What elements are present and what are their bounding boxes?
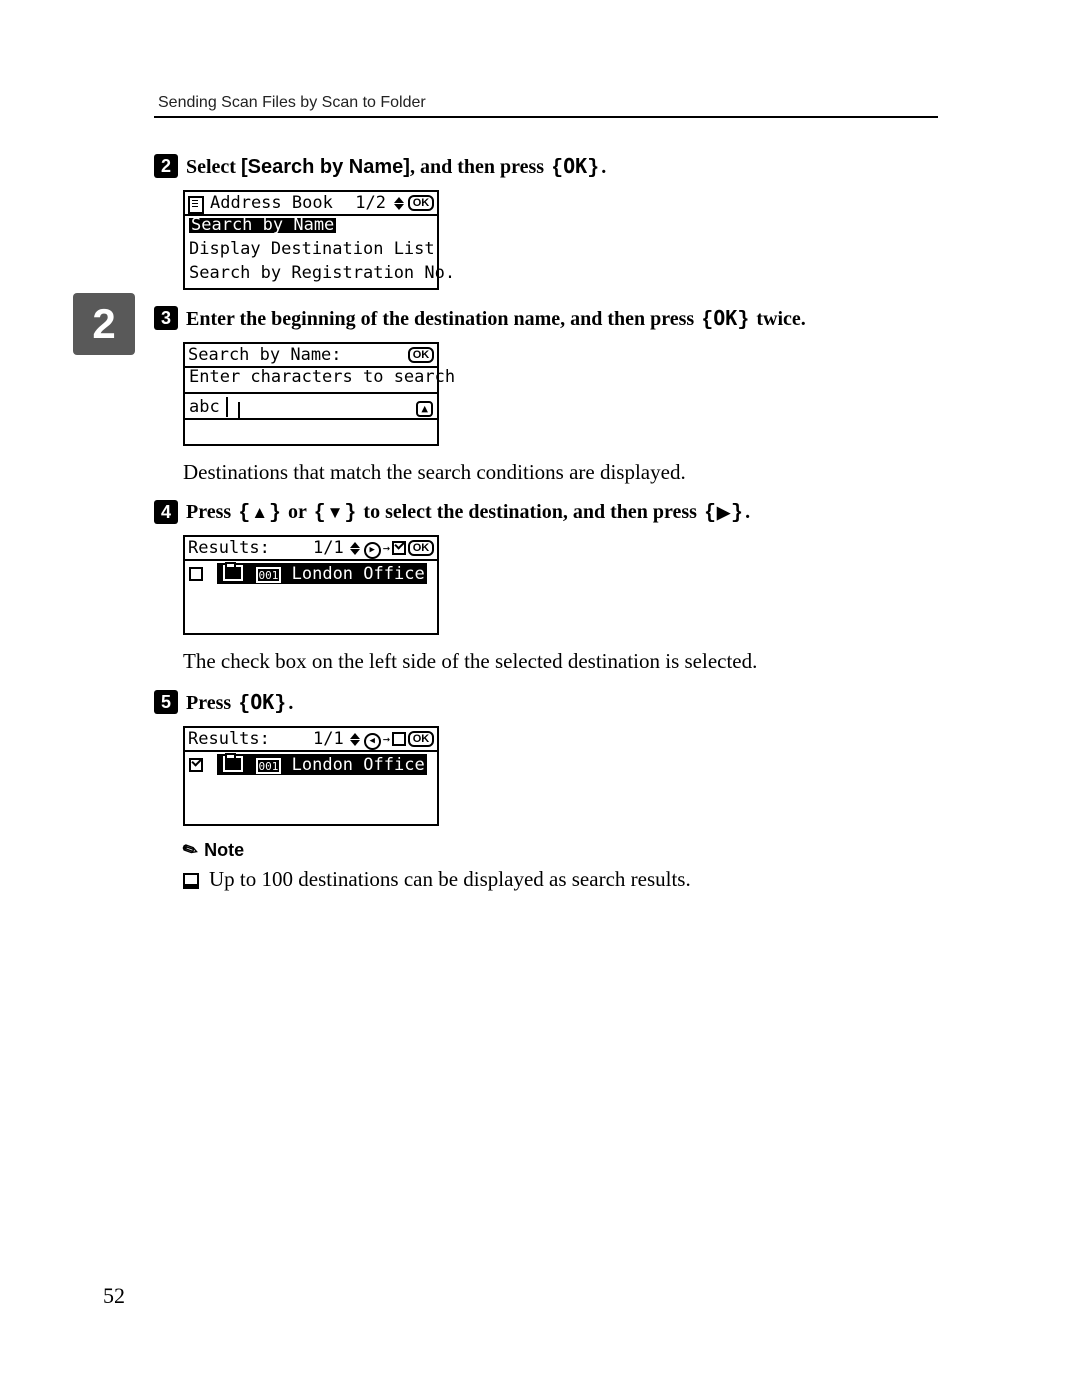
lcd-title: Results: xyxy=(188,541,270,556)
checkbox-icon[interactable] xyxy=(189,758,203,772)
chapter-badge: 2 xyxy=(73,293,135,355)
page-counter: 1/2 xyxy=(355,196,386,211)
lcd-body: Search by Name Display Destination List … xyxy=(185,216,437,288)
lcd-title: Address Book xyxy=(210,196,333,211)
menu-item[interactable]: Display Destination List xyxy=(185,240,437,264)
note-item: Up to 100 destinations can be displayed … xyxy=(183,867,980,892)
selected-result: 001 London Office xyxy=(217,754,426,775)
updown-icon xyxy=(350,542,360,555)
input-mode-label: abc xyxy=(189,400,220,415)
step-4-after-text: The check box on the left side of the se… xyxy=(183,649,980,674)
result-name: London Office xyxy=(292,755,425,775)
lcd-address-book: Address Book 1/2 OK Search by Name Displ… xyxy=(183,190,439,290)
step-3-after-text: Destinations that match the search condi… xyxy=(183,460,980,485)
empty-row xyxy=(185,420,437,444)
checkbox-icon[interactable] xyxy=(189,567,203,581)
step-5-instruction: 5 Press {OK}. xyxy=(154,690,980,716)
lcd-title: Results: xyxy=(188,732,270,747)
text-cursor-icon xyxy=(238,402,240,418)
reg-number: 001 xyxy=(256,758,282,774)
book-icon xyxy=(188,196,204,214)
check-icon xyxy=(392,541,406,555)
step-number-icon: 2 xyxy=(154,154,178,178)
shift-key-icon: ▲ xyxy=(416,401,433,417)
bullet-icon xyxy=(183,873,199,889)
step-4: 4 Press {▲} or {▼} to select the destina… xyxy=(154,501,980,674)
page-counter: 1/1 xyxy=(313,541,344,556)
lcd-header: Address Book 1/2 OK xyxy=(185,192,437,216)
lcd-header: Search by Name: OK xyxy=(185,344,437,368)
page-counter: 1/1 xyxy=(313,732,344,747)
document-page: Sending Scan Files by Scan to Folder 2 2… xyxy=(0,0,1080,1397)
step-2-instruction: 2 Select [Search by Name], and then pres… xyxy=(154,154,980,180)
step-2-text: Select [Search by Name], and then press … xyxy=(186,154,606,180)
selected-item-label: Search by Name xyxy=(189,218,336,233)
reg-number: 001 xyxy=(256,567,282,583)
ok-indicator: OK xyxy=(408,347,434,363)
step-5-text: Press {OK}. xyxy=(186,690,293,716)
step-5: 5 Press {OK}. Results: 1/1 ◀ → OK xyxy=(154,690,980,892)
lcd-results-unchecked: Results: 1/1 ▶ → OK xyxy=(183,535,439,635)
result-name: London Office xyxy=(292,564,425,584)
ok-indicator: OK xyxy=(408,731,434,747)
menu-item[interactable]: Search by Registration No. xyxy=(185,264,437,288)
note-heading: ✎ Note xyxy=(183,840,980,861)
lcd-header: Results: 1/1 ◀ → OK xyxy=(185,728,437,752)
step-3-instruction: 3 Enter the beginning of the destination… xyxy=(154,306,980,332)
step-3: 3 Enter the beginning of the destination… xyxy=(154,306,980,485)
lcd-header: Results: 1/1 ▶ → OK xyxy=(185,537,437,561)
step-number-icon: 5 xyxy=(154,690,178,714)
ok-indicator: OK xyxy=(408,540,434,556)
note-label: Note xyxy=(204,840,244,861)
updown-icon xyxy=(350,733,360,746)
folder-icon xyxy=(223,756,243,772)
left-circle-icon: ◀ xyxy=(364,733,381,750)
header-icons: 1/1 ▶ → OK xyxy=(313,540,434,557)
result-body: 001 London Office xyxy=(185,561,437,633)
lcd-results-checked: Results: 1/1 ◀ → OK xyxy=(183,726,439,826)
result-item[interactable]: 001 London Office xyxy=(185,561,437,585)
header-icons: 1/1 ◀ → OK xyxy=(313,731,434,748)
lcd-title: Search by Name: xyxy=(188,348,342,363)
folder-icon xyxy=(223,565,243,581)
step-4-text: Press {▲} or {▼} to select the destinati… xyxy=(186,501,750,525)
uncheck-icon xyxy=(392,732,406,746)
running-head: Sending Scan Files by Scan to Folder xyxy=(158,94,980,112)
result-item[interactable]: 001 London Office xyxy=(185,752,437,776)
pencil-icon: ✎ xyxy=(179,838,202,863)
menu-item[interactable]: Search by Name xyxy=(185,216,437,240)
hint-text: Enter characters to search xyxy=(185,368,437,392)
selected-result: 001 London Office xyxy=(217,563,426,584)
step-number-icon: 3 xyxy=(154,306,178,330)
note-text: Up to 100 destinations can be displayed … xyxy=(209,867,691,892)
step-2: 2 Select [Search by Name], and then pres… xyxy=(154,154,980,290)
header-rule xyxy=(154,116,938,118)
step-number-icon: 4 xyxy=(154,500,178,524)
input-row[interactable]: abc ▲ xyxy=(185,394,437,418)
step-4-instruction: 4 Press {▲} or {▼} to select the destina… xyxy=(154,501,980,525)
updown-icon xyxy=(394,197,404,210)
page-number: 52 xyxy=(103,1283,125,1309)
right-circle-icon: ▶ xyxy=(364,542,381,559)
content-area: 2 Select [Search by Name], and then pres… xyxy=(154,154,980,892)
step-3-text: Enter the beginning of the destination n… xyxy=(186,306,806,332)
result-body: 001 London Office xyxy=(185,752,437,824)
lcd-search-input: Search by Name: OK Enter characters to s… xyxy=(183,342,439,446)
ok-indicator: OK xyxy=(408,195,434,211)
